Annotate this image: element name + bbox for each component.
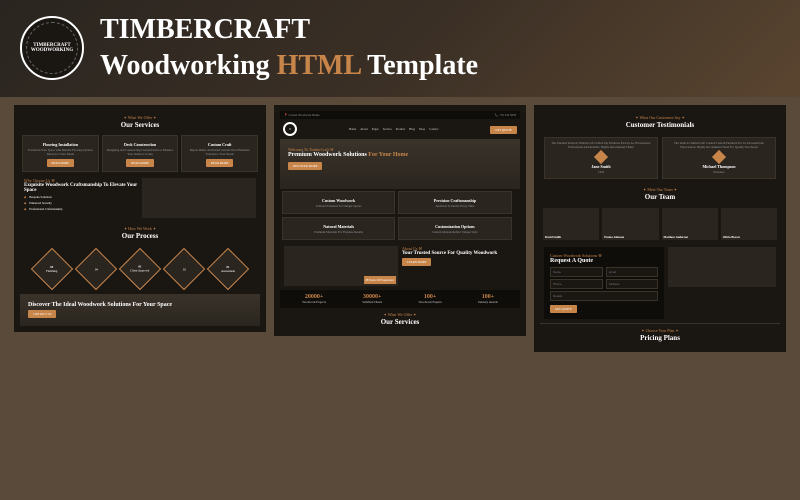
process-step: 05Finishing — [31, 247, 73, 289]
services2-title: Our Services — [284, 318, 516, 326]
feature-box: Custom WoodworkTailored Solutions For Un… — [282, 191, 395, 214]
address-field[interactable] — [606, 279, 659, 289]
testimonial-item: The Team At TimberCraft Created Custom F… — [662, 137, 776, 180]
feature-box: Customization OptionsCustom Options Refl… — [398, 217, 511, 240]
process-step: 02 — [163, 247, 205, 289]
service-item: Deck ConstructionDesigning and Construct… — [102, 135, 179, 172]
feature-box: Natural MaterialsPremium Materials For F… — [282, 217, 395, 240]
pricing-tag: ✦ Choose Your Plan ✦ — [544, 328, 776, 333]
about-title: Your Trusted Source For Quality Woodwork — [402, 251, 516, 256]
service-item: Custom CraftRepair, Build, and Install C… — [181, 135, 258, 172]
read-more-button[interactable]: READ MORE — [206, 159, 234, 167]
diamond-icon: ◆ — [24, 207, 26, 211]
topbar: 📍 Crystal Woodwork Studio📞 +01 234 5678 — [280, 111, 520, 119]
team-member: Matthew Anderson — [662, 208, 718, 240]
hero-title: Premium Woodwork Solutions For Your Home — [288, 152, 512, 160]
process-step: 04 — [75, 247, 117, 289]
feature-label: Professional Craftsmanship — [29, 207, 62, 211]
process-title: Our Process — [24, 232, 256, 240]
discover-button[interactable]: DISCOVER MORE — [288, 162, 322, 170]
read-more-button[interactable]: READ MORE — [126, 159, 154, 167]
navbar: HomeAboutPagesServiceProductBlogShopCont… — [280, 119, 520, 139]
details-field[interactable] — [550, 291, 658, 301]
process-tag: ✦ How We Work ✦ — [24, 226, 256, 231]
team-member: Emma Johnson — [602, 208, 658, 240]
team-title: Our Team — [544, 193, 776, 201]
preview-col-2: 📍 Crystal Woodwork Studio📞 +01 234 5678 … — [274, 105, 526, 353]
name-field[interactable] — [550, 267, 603, 277]
service-item: Flooring InstallationTransform Your Spac… — [22, 135, 99, 172]
testimonials-title: Customer Testimonials — [544, 121, 776, 129]
process-step: 01Assessment — [207, 247, 249, 289]
hero-section: Welcome To TimberCraft ⚒ Premium Woodwor… — [280, 139, 520, 189]
why-title: Exquisite Woodwork Craftsmanship To Elev… — [24, 183, 138, 193]
read-more-button[interactable]: READ MORE — [47, 159, 75, 167]
feature-label: Enhanced Security — [29, 201, 52, 205]
why-image — [142, 178, 256, 218]
team-member: Olivia Brown — [721, 208, 777, 240]
pricing-title: Pricing Plans — [544, 334, 776, 342]
feature-box: Precision CraftsmanshipAttention To Deta… — [398, 191, 511, 214]
submit-quote-button[interactable]: GET QUOTE — [550, 305, 577, 313]
banner-line2: Woodworking HTML Template — [100, 48, 478, 84]
team-member: David Smith — [543, 208, 599, 240]
get-quote-button[interactable]: GET QUOTE — [490, 126, 517, 134]
logo-subtitle: WOODWORKING — [31, 48, 73, 53]
avatar-icon — [594, 149, 608, 163]
services2-tag: ✦ What We Offer ✦ — [284, 312, 516, 317]
diamond-icon: ◆ — [24, 195, 26, 199]
nav-links[interactable]: HomeAboutPagesServiceProductBlogShopCont… — [349, 127, 439, 131]
preview-row: ✦ What We Offer ✦Our Services Flooring I… — [0, 97, 800, 361]
preview-col-1: ✦ What We Offer ✦Our Services Flooring I… — [14, 105, 266, 353]
discover-title: Discover The Ideal Woodwork Solutions Fo… — [28, 302, 252, 308]
banner-line1: TIMBERCRAFT — [100, 12, 478, 48]
testimonials-tag: ✦ What Our Customers Say ✦ — [544, 115, 776, 120]
feature-label: Bespoke Solutions — [29, 195, 51, 199]
learn-more-button[interactable]: LEARN MORE — [402, 258, 431, 266]
quote-form: Custom Woodwork Solutions ⚒ Request A Qu… — [544, 247, 664, 319]
homepage-card: 📍 Crystal Woodwork Studio📞 +01 234 5678 … — [274, 105, 526, 336]
brand-logo: TIMBERCRAFT WOODWORKING — [20, 16, 84, 80]
preview-col-3: ✦ What Our Customers Say ✦Customer Testi… — [534, 105, 786, 353]
services-title: Our Services — [24, 121, 256, 129]
contact-button[interactable]: CONTACT US — [28, 310, 56, 318]
banner-heading: TIMBERCRAFT Woodworking HTML Template — [100, 12, 478, 85]
quote-title: Request A Quote — [550, 258, 658, 264]
stats-bar: 20000+Woodwork Projects 30000+Satisfied … — [280, 290, 520, 308]
banner: TIMBERCRAFT WOODWORKING TIMBERCRAFT Wood… — [0, 0, 800, 97]
phone-field[interactable] — [550, 279, 603, 289]
nav-logo — [283, 122, 297, 136]
testimonial-item: The Talented Team At TimberCraft Crafted… — [544, 137, 658, 180]
team-tag: ✦ Meet Our Team ✦ — [544, 187, 776, 192]
about-image: 25 Years Of Experience — [284, 246, 398, 286]
email-field[interactable] — [606, 267, 659, 277]
process-step: 03Client Approval — [119, 247, 161, 289]
services-tag: ✦ What We Offer ✦ — [24, 115, 256, 120]
avatar-icon — [712, 149, 726, 163]
diamond-icon: ◆ — [24, 201, 26, 205]
quote-image — [668, 247, 776, 287]
services-card: ✦ What We Offer ✦Our Services Flooring I… — [14, 105, 266, 332]
testimonials-card: ✦ What Our Customers Say ✦Customer Testi… — [534, 105, 786, 353]
